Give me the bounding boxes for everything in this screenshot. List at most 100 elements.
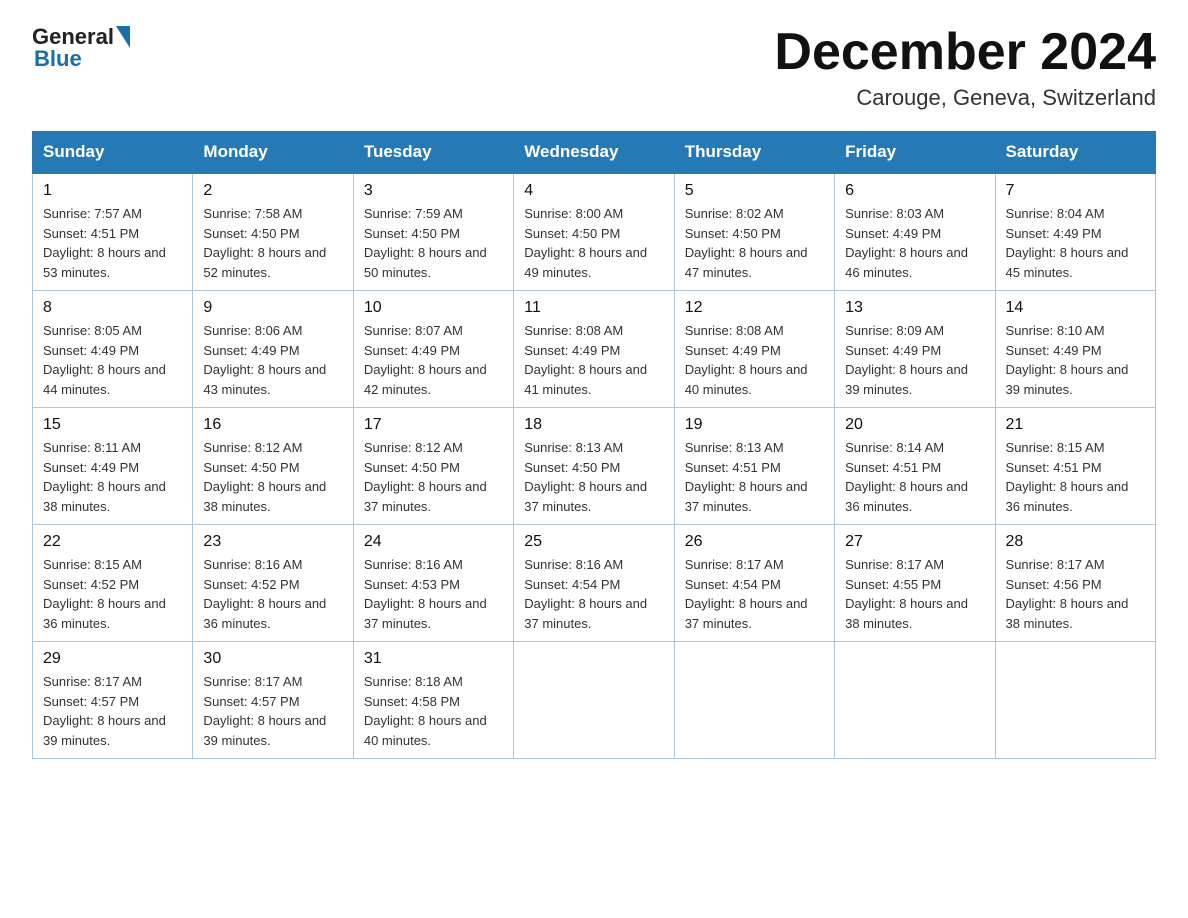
- calendar-week-row: 1 Sunrise: 7:57 AMSunset: 4:51 PMDayligh…: [33, 173, 1156, 291]
- month-title: December 2024: [774, 24, 1156, 81]
- day-info: Sunrise: 8:10 AMSunset: 4:49 PMDaylight:…: [1006, 323, 1129, 397]
- calendar-cell: 30 Sunrise: 8:17 AMSunset: 4:57 PMDaylig…: [193, 642, 353, 759]
- calendar-cell: 21 Sunrise: 8:15 AMSunset: 4:51 PMDaylig…: [995, 408, 1155, 525]
- day-info: Sunrise: 8:00 AMSunset: 4:50 PMDaylight:…: [524, 206, 647, 280]
- day-info: Sunrise: 8:16 AMSunset: 4:52 PMDaylight:…: [203, 557, 326, 631]
- day-number: 11: [524, 299, 663, 317]
- calendar-cell: [835, 642, 995, 759]
- day-info: Sunrise: 8:08 AMSunset: 4:49 PMDaylight:…: [685, 323, 808, 397]
- logo-arrow-icon: [116, 26, 130, 48]
- calendar-week-row: 22 Sunrise: 8:15 AMSunset: 4:52 PMDaylig…: [33, 525, 1156, 642]
- calendar-cell: 2 Sunrise: 7:58 AMSunset: 4:50 PMDayligh…: [193, 173, 353, 291]
- day-number: 15: [43, 416, 182, 434]
- calendar-week-row: 29 Sunrise: 8:17 AMSunset: 4:57 PMDaylig…: [33, 642, 1156, 759]
- day-number: 16: [203, 416, 342, 434]
- day-number: 27: [845, 533, 984, 551]
- calendar-table: SundayMondayTuesdayWednesdayThursdayFrid…: [32, 131, 1156, 759]
- day-info: Sunrise: 8:05 AMSunset: 4:49 PMDaylight:…: [43, 323, 166, 397]
- day-info: Sunrise: 8:17 AMSunset: 4:57 PMDaylight:…: [43, 674, 166, 748]
- day-info: Sunrise: 8:12 AMSunset: 4:50 PMDaylight:…: [364, 440, 487, 514]
- day-info: Sunrise: 7:57 AMSunset: 4:51 PMDaylight:…: [43, 206, 166, 280]
- day-info: Sunrise: 8:15 AMSunset: 4:51 PMDaylight:…: [1006, 440, 1129, 514]
- day-number: 13: [845, 299, 984, 317]
- calendar-cell: [674, 642, 834, 759]
- day-number: 21: [1006, 416, 1145, 434]
- header-tuesday: Tuesday: [353, 132, 513, 174]
- day-info: Sunrise: 8:02 AMSunset: 4:50 PMDaylight:…: [685, 206, 808, 280]
- day-info: Sunrise: 8:06 AMSunset: 4:49 PMDaylight:…: [203, 323, 326, 397]
- day-info: Sunrise: 8:04 AMSunset: 4:49 PMDaylight:…: [1006, 206, 1129, 280]
- day-number: 24: [364, 533, 503, 551]
- day-number: 17: [364, 416, 503, 434]
- day-info: Sunrise: 8:12 AMSunset: 4:50 PMDaylight:…: [203, 440, 326, 514]
- calendar-cell: 31 Sunrise: 8:18 AMSunset: 4:58 PMDaylig…: [353, 642, 513, 759]
- day-number: 6: [845, 182, 984, 200]
- title-section: December 2024 Carouge, Geneva, Switzerla…: [774, 24, 1156, 111]
- day-info: Sunrise: 8:09 AMSunset: 4:49 PMDaylight:…: [845, 323, 968, 397]
- calendar-week-row: 15 Sunrise: 8:11 AMSunset: 4:49 PMDaylig…: [33, 408, 1156, 525]
- day-number: 23: [203, 533, 342, 551]
- calendar-cell: 16 Sunrise: 8:12 AMSunset: 4:50 PMDaylig…: [193, 408, 353, 525]
- calendar-cell: 29 Sunrise: 8:17 AMSunset: 4:57 PMDaylig…: [33, 642, 193, 759]
- calendar-cell: 9 Sunrise: 8:06 AMSunset: 4:49 PMDayligh…: [193, 291, 353, 408]
- day-info: Sunrise: 8:11 AMSunset: 4:49 PMDaylight:…: [43, 440, 166, 514]
- day-number: 7: [1006, 182, 1145, 200]
- logo-blue-text: Blue: [34, 46, 82, 72]
- day-number: 29: [43, 650, 182, 668]
- calendar-cell: 25 Sunrise: 8:16 AMSunset: 4:54 PMDaylig…: [514, 525, 674, 642]
- page-header: General Blue December 2024 Carouge, Gene…: [32, 24, 1156, 111]
- header-wednesday: Wednesday: [514, 132, 674, 174]
- day-info: Sunrise: 8:16 AMSunset: 4:53 PMDaylight:…: [364, 557, 487, 631]
- calendar-week-row: 8 Sunrise: 8:05 AMSunset: 4:49 PMDayligh…: [33, 291, 1156, 408]
- calendar-cell: 6 Sunrise: 8:03 AMSunset: 4:49 PMDayligh…: [835, 173, 995, 291]
- day-number: 28: [1006, 533, 1145, 551]
- day-info: Sunrise: 8:17 AMSunset: 4:56 PMDaylight:…: [1006, 557, 1129, 631]
- day-number: 22: [43, 533, 182, 551]
- day-number: 12: [685, 299, 824, 317]
- day-info: Sunrise: 7:59 AMSunset: 4:50 PMDaylight:…: [364, 206, 487, 280]
- day-number: 2: [203, 182, 342, 200]
- day-number: 10: [364, 299, 503, 317]
- day-info: Sunrise: 8:13 AMSunset: 4:50 PMDaylight:…: [524, 440, 647, 514]
- day-info: Sunrise: 7:58 AMSunset: 4:50 PMDaylight:…: [203, 206, 326, 280]
- day-number: 14: [1006, 299, 1145, 317]
- calendar-cell: 19 Sunrise: 8:13 AMSunset: 4:51 PMDaylig…: [674, 408, 834, 525]
- calendar-cell: 11 Sunrise: 8:08 AMSunset: 4:49 PMDaylig…: [514, 291, 674, 408]
- day-number: 19: [685, 416, 824, 434]
- calendar-cell: 17 Sunrise: 8:12 AMSunset: 4:50 PMDaylig…: [353, 408, 513, 525]
- header-sunday: Sunday: [33, 132, 193, 174]
- calendar-cell: 22 Sunrise: 8:15 AMSunset: 4:52 PMDaylig…: [33, 525, 193, 642]
- calendar-cell: 23 Sunrise: 8:16 AMSunset: 4:52 PMDaylig…: [193, 525, 353, 642]
- calendar-cell: 8 Sunrise: 8:05 AMSunset: 4:49 PMDayligh…: [33, 291, 193, 408]
- logo: General Blue: [32, 24, 132, 72]
- header-friday: Friday: [835, 132, 995, 174]
- day-number: 31: [364, 650, 503, 668]
- calendar-cell: 26 Sunrise: 8:17 AMSunset: 4:54 PMDaylig…: [674, 525, 834, 642]
- day-number: 18: [524, 416, 663, 434]
- day-number: 30: [203, 650, 342, 668]
- day-info: Sunrise: 8:17 AMSunset: 4:54 PMDaylight:…: [685, 557, 808, 631]
- day-number: 26: [685, 533, 824, 551]
- day-number: 20: [845, 416, 984, 434]
- day-info: Sunrise: 8:03 AMSunset: 4:49 PMDaylight:…: [845, 206, 968, 280]
- day-info: Sunrise: 8:07 AMSunset: 4:49 PMDaylight:…: [364, 323, 487, 397]
- day-number: 4: [524, 182, 663, 200]
- calendar-cell: 3 Sunrise: 7:59 AMSunset: 4:50 PMDayligh…: [353, 173, 513, 291]
- calendar-cell: 20 Sunrise: 8:14 AMSunset: 4:51 PMDaylig…: [835, 408, 995, 525]
- calendar-cell: 4 Sunrise: 8:00 AMSunset: 4:50 PMDayligh…: [514, 173, 674, 291]
- day-info: Sunrise: 8:17 AMSunset: 4:57 PMDaylight:…: [203, 674, 326, 748]
- calendar-cell: 13 Sunrise: 8:09 AMSunset: 4:49 PMDaylig…: [835, 291, 995, 408]
- calendar-cell: 27 Sunrise: 8:17 AMSunset: 4:55 PMDaylig…: [835, 525, 995, 642]
- calendar-cell: 7 Sunrise: 8:04 AMSunset: 4:49 PMDayligh…: [995, 173, 1155, 291]
- day-number: 8: [43, 299, 182, 317]
- day-info: Sunrise: 8:18 AMSunset: 4:58 PMDaylight:…: [364, 674, 487, 748]
- calendar-cell: 28 Sunrise: 8:17 AMSunset: 4:56 PMDaylig…: [995, 525, 1155, 642]
- day-info: Sunrise: 8:14 AMSunset: 4:51 PMDaylight:…: [845, 440, 968, 514]
- day-info: Sunrise: 8:13 AMSunset: 4:51 PMDaylight:…: [685, 440, 808, 514]
- header-monday: Monday: [193, 132, 353, 174]
- day-number: 9: [203, 299, 342, 317]
- calendar-cell: 12 Sunrise: 8:08 AMSunset: 4:49 PMDaylig…: [674, 291, 834, 408]
- day-info: Sunrise: 8:15 AMSunset: 4:52 PMDaylight:…: [43, 557, 166, 631]
- header-saturday: Saturday: [995, 132, 1155, 174]
- location-text: Carouge, Geneva, Switzerland: [774, 85, 1156, 111]
